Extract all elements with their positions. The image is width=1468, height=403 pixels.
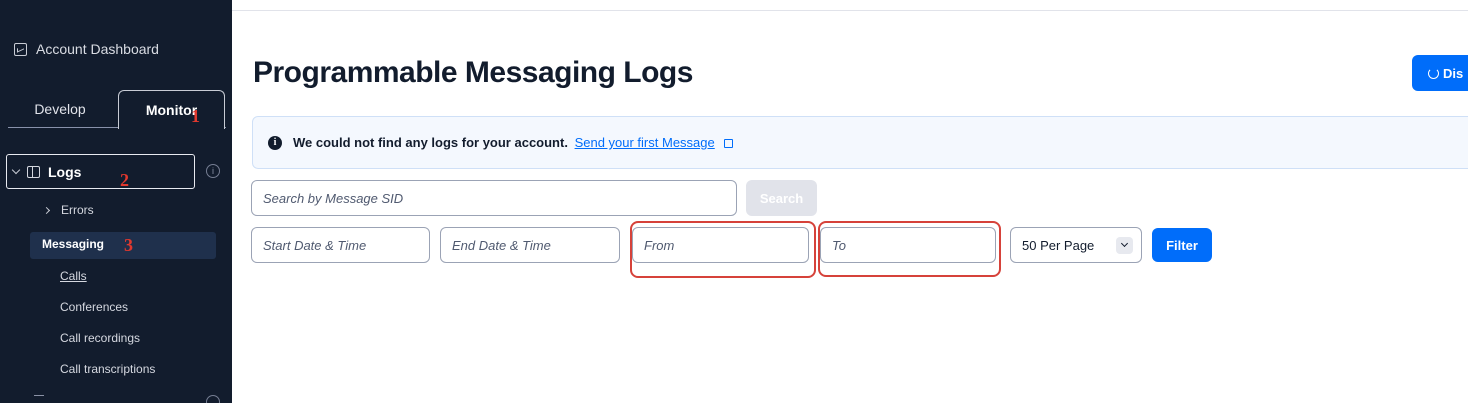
start-date-input[interactable]: Start Date & Time <box>251 227 430 263</box>
book-icon <box>27 165 40 178</box>
sidebar-item-calls[interactable]: Calls <box>60 269 87 283</box>
alert-text: We could not find any logs for your acco… <box>293 135 568 150</box>
sidebar-item-call-transcriptions[interactable]: Call transcriptions <box>60 362 155 376</box>
annotation-marker-2: 2 <box>120 170 129 190</box>
logs-label: Logs <box>48 163 82 180</box>
header-divider <box>232 10 1468 11</box>
account-dashboard-label: Account Dashboard <box>36 41 159 57</box>
annotation-marker-3: 3 <box>124 235 133 255</box>
per-page-value: 50 Per Page <box>1022 237 1095 253</box>
end-date-input[interactable]: End Date & Time <box>440 227 620 263</box>
highlight-to <box>818 221 1001 277</box>
info-icon[interactable]: i <box>206 164 220 178</box>
top-action-label: Dis <box>1443 65 1464 81</box>
info-alert: i We could not find any logs for your ac… <box>252 116 1468 169</box>
account-dashboard-link[interactable]: Account Dashboard <box>14 41 159 57</box>
errors-label: Errors <box>61 203 94 217</box>
search-input[interactable]: Search by Message SID <box>251 180 737 216</box>
sidebar-item-logs[interactable]: Logs <box>6 154 195 189</box>
search-button[interactable]: Search <box>746 180 817 216</box>
per-page-select[interactable]: 50 Per Page <box>1010 227 1142 263</box>
sidebar-item-messaging[interactable]: Messaging <box>42 237 104 251</box>
dashboard-icon <box>14 42 27 56</box>
tab-develop[interactable]: Develop <box>8 90 112 128</box>
highlight-from <box>630 221 816 278</box>
page-title: Programmable Messaging Logs <box>253 56 693 89</box>
next-section-icon[interactable] <box>34 395 44 403</box>
sidebar: Account Dashboard Develop Monitor 1 Logs… <box>0 0 232 403</box>
sidebar-item-call-recordings[interactable]: Call recordings <box>60 331 140 345</box>
sidebar-item-errors[interactable]: Errors <box>42 203 94 217</box>
send-first-message-link[interactable]: Send your first Message <box>575 135 715 150</box>
external-link-icon <box>724 139 734 148</box>
refresh-icon <box>1428 67 1439 79</box>
chevron-down-icon <box>11 165 21 175</box>
sidebar-item-conferences[interactable]: Conferences <box>60 300 128 314</box>
tab-monitor[interactable]: Monitor <box>118 90 225 129</box>
info-filled-icon: i <box>268 135 282 150</box>
filter-button[interactable]: Filter <box>1152 228 1212 262</box>
chevron-down-icon <box>1116 237 1133 254</box>
chevron-right-icon <box>42 206 51 214</box>
top-action-button[interactable]: Dis <box>1412 55 1468 91</box>
annotation-marker-1: 1 <box>191 106 200 126</box>
info-icon-bottom[interactable] <box>206 395 220 403</box>
